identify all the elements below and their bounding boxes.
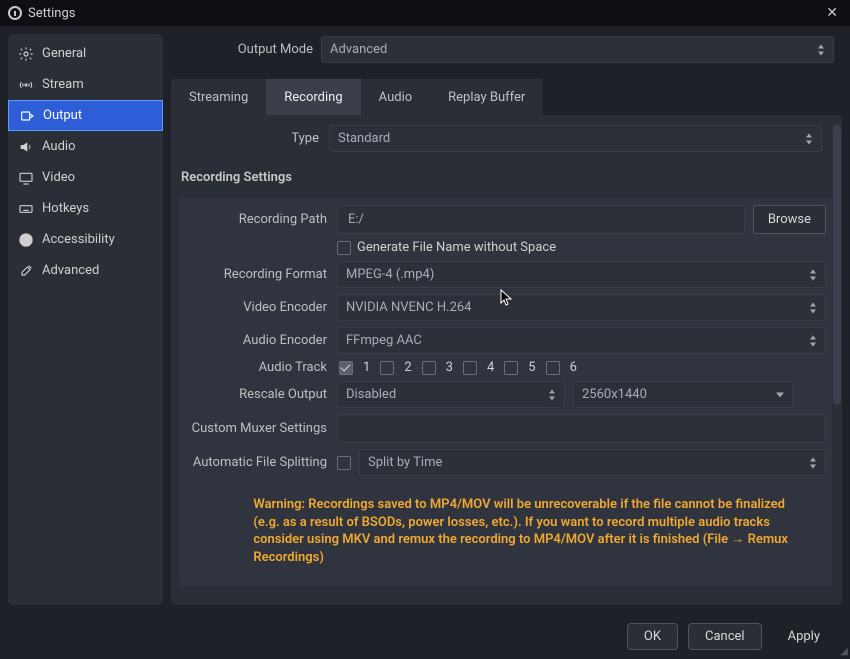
sidebar-item-label: Advanced [42, 263, 99, 278]
scrollbar[interactable] [832, 115, 842, 605]
mp4-warning-text: Warning: Recordings saved to MP4/MOV wil… [243, 482, 814, 570]
track-1-checkbox[interactable] [339, 361, 353, 375]
track-5-checkbox[interactable] [504, 361, 518, 375]
title-bar: Settings ✕ [0, 0, 850, 26]
browse-button[interactable]: Browse [753, 205, 826, 234]
sidebar-item-stream[interactable]: Stream [8, 69, 163, 100]
type-label: Type [179, 131, 329, 146]
sidebar-item-general[interactable]: General [8, 38, 163, 69]
video-encoder-select[interactable]: NVIDIA NVENC H.264 [337, 294, 826, 321]
track-4-checkbox[interactable] [463, 361, 477, 375]
resize-grip-icon[interactable]: ◢ [840, 646, 848, 657]
sidebar-item-label: Output [43, 108, 82, 123]
keyboard-icon [18, 201, 34, 217]
spinner-icon [805, 334, 821, 347]
select-value: MPEG-4 (.mp4) [346, 267, 434, 282]
sidebar: General Stream Output Audio Video Hotkey… [8, 34, 163, 605]
output-mode-label: Output Mode [171, 42, 321, 57]
select-value: FFmpeg AAC [346, 333, 422, 348]
tab-recording[interactable]: Recording [266, 79, 360, 115]
recording-format-label: Recording Format [187, 267, 337, 282]
output-icon [19, 108, 35, 124]
sidebar-item-hotkeys[interactable]: Hotkeys [8, 193, 163, 224]
output-mode-select[interactable]: Advanced [321, 36, 834, 63]
select-value: Standard [338, 131, 390, 146]
sidebar-item-video[interactable]: Video [8, 162, 163, 193]
select-value: Advanced [330, 42, 387, 57]
settings-panel: Type Standard Recording Settings Recordi… [171, 115, 842, 605]
audio-track-group: 1 2 3 4 5 6 [337, 360, 577, 375]
spinner-icon [801, 132, 817, 145]
select-value: 2560x1440 [582, 387, 647, 402]
speaker-icon [18, 139, 34, 155]
spinner-icon [813, 43, 829, 56]
select-value: Disabled [346, 387, 396, 402]
window-title: Settings [28, 6, 75, 21]
rescale-output-select[interactable]: Disabled [337, 381, 565, 408]
tab-audio[interactable]: Audio [361, 79, 430, 115]
gen-no-space-label: Generate File Name without Space [357, 240, 556, 255]
track-2-checkbox[interactable] [380, 361, 394, 375]
dialog-footer: OK Cancel Apply [0, 613, 850, 659]
sidebar-item-label: Audio [42, 139, 75, 154]
sidebar-item-label: Accessibility [42, 232, 115, 247]
tab-streaming[interactable]: Streaming [171, 79, 266, 115]
spinner-icon [544, 388, 560, 401]
input-value: E:/ [348, 212, 364, 227]
sidebar-item-label: General [42, 46, 86, 61]
apply-button[interactable]: Apply [772, 623, 836, 650]
cancel-button[interactable]: Cancel [688, 623, 762, 650]
sidebar-item-output[interactable]: Output [8, 100, 163, 131]
close-icon[interactable]: ✕ [822, 5, 842, 21]
encoder-settings-heading: Encoder Settings [171, 586, 842, 605]
gear-icon [18, 46, 34, 62]
muxer-input[interactable] [337, 414, 826, 443]
track-3-checkbox[interactable] [422, 361, 436, 375]
muxer-label: Custom Muxer Settings [187, 421, 337, 436]
audio-encoder-label: Audio Encoder [187, 333, 337, 348]
split-mode-select[interactable]: Split by Time [359, 449, 826, 476]
tab-replay-buffer[interactable]: Replay Buffer [430, 79, 543, 115]
auto-split-checkbox[interactable] [337, 456, 351, 470]
sidebar-item-label: Video [42, 170, 75, 185]
sidebar-item-label: Stream [42, 77, 84, 92]
sidebar-item-advanced[interactable]: Advanced [8, 255, 163, 286]
recording-path-label: Recording Path [187, 212, 337, 227]
antenna-icon [18, 77, 34, 93]
recording-settings-heading: Recording Settings [171, 158, 842, 191]
recording-path-input[interactable]: E:/ [337, 205, 745, 234]
rescale-output-label: Rescale Output [187, 387, 337, 402]
select-value: NVIDIA NVENC H.264 [346, 300, 472, 315]
accessibility-icon [18, 232, 34, 248]
tabs: Streaming Recording Audio Replay Buffer [171, 79, 842, 115]
rescale-resolution-select[interactable]: 2560x1440 [573, 381, 793, 408]
track-6-checkbox[interactable] [546, 361, 560, 375]
monitor-icon [18, 170, 34, 186]
spinner-icon [805, 301, 821, 314]
sidebar-item-accessibility[interactable]: Accessibility [8, 224, 163, 255]
recording-format-select[interactable]: MPEG-4 (.mp4) [337, 261, 826, 288]
type-select[interactable]: Standard [329, 125, 822, 152]
audio-encoder-select[interactable]: FFmpeg AAC [337, 327, 826, 354]
scrollbar-thumb[interactable] [833, 125, 841, 405]
audio-track-label: Audio Track [187, 360, 337, 375]
ok-button[interactable]: OK [627, 623, 678, 650]
sidebar-item-audio[interactable]: Audio [8, 131, 163, 162]
app-icon [8, 6, 22, 20]
select-value: Split by Time [368, 455, 442, 470]
video-encoder-label: Video Encoder [187, 300, 337, 315]
auto-split-label: Automatic File Splitting [187, 455, 337, 470]
spinner-icon [805, 268, 821, 281]
gen-no-space-checkbox[interactable] [337, 241, 351, 255]
spinner-icon [805, 456, 821, 469]
tools-icon [18, 263, 34, 279]
sidebar-item-label: Hotkeys [42, 201, 89, 216]
